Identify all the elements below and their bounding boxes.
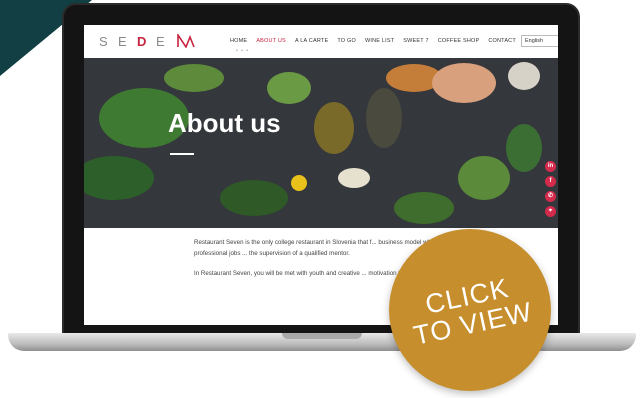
location-icon[interactable]: ⌖ — [545, 206, 556, 217]
logo-letter: E — [118, 33, 127, 49]
phone-icon[interactable]: ✆ — [545, 191, 556, 202]
facebook-icon[interactable]: f — [545, 176, 556, 187]
nav-coffee-shop[interactable]: COFFEE SHOP — [438, 38, 480, 44]
logo-letter: D — [137, 33, 147, 49]
logo-mark-icon — [177, 34, 195, 48]
title-underline — [170, 153, 194, 155]
hero-banner: About us in f ✆ ⌖ — [84, 58, 558, 228]
language-select[interactable]: English — [521, 35, 558, 47]
site-logo[interactable]: S E D E — [99, 32, 195, 50]
site-header: S E D E HOME ABOUT US A LA CARTE TO GO W… — [84, 25, 558, 58]
click-to-view-button[interactable]: CLICK TO VIEW — [389, 229, 551, 391]
social-links: in f ✆ ⌖ — [545, 161, 556, 217]
hero-food-image — [84, 58, 558, 228]
instagram-icon[interactable]: in — [545, 161, 556, 172]
logo-letter: E — [156, 33, 165, 49]
nav-sweet[interactable]: SWEET 7 — [403, 38, 428, 44]
nav-dots: • • • — [236, 48, 250, 54]
badge-label: CLICK TO VIEW — [374, 214, 566, 398]
nav-about-us[interactable]: ABOUT US — [256, 38, 286, 44]
nav-a-la-carte[interactable]: A LA CARTE — [295, 38, 328, 44]
laptop-notch — [282, 333, 362, 339]
nav-to-go[interactable]: TO GO — [337, 38, 356, 44]
nav-contact[interactable]: CONTACT — [488, 38, 516, 44]
page-title: About us — [168, 108, 281, 138]
nav-home[interactable]: HOME — [230, 38, 247, 44]
nav-wine-list[interactable]: WINE LIST — [365, 38, 394, 44]
logo-letter: S — [99, 33, 108, 49]
main-menu: HOME ABOUT US A LA CARTE TO GO WINE LIST… — [230, 38, 525, 44]
